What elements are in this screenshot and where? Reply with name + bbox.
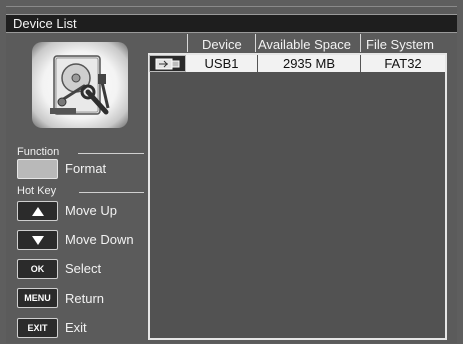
- function-divider: [78, 153, 144, 154]
- hotkey-divider: [79, 192, 144, 193]
- ok-key[interactable]: OK: [17, 259, 58, 279]
- menu-key-text: MENU: [24, 293, 51, 303]
- window-title: Device List: [13, 16, 77, 31]
- move-up-label: Move Up: [65, 203, 118, 218]
- move-down-label: Move Down: [65, 232, 134, 247]
- column-separator: [360, 34, 361, 52]
- move-up-key[interactable]: [17, 201, 58, 221]
- column-header-file-system: File System: [366, 37, 434, 52]
- arrow-up-icon: [31, 206, 44, 216]
- available-space-cell: 2935 MB: [258, 55, 361, 72]
- column-separator: [255, 34, 256, 52]
- device-list-panel[interactable]: [148, 53, 447, 340]
- return-label: Return: [65, 291, 105, 306]
- format-label: Format: [65, 161, 107, 176]
- menu-key[interactable]: MENU: [17, 288, 58, 308]
- column-header-available-space: Available Space: [258, 37, 351, 52]
- exit-key-text: EXIT: [27, 323, 48, 333]
- file-system-cell: FAT32: [361, 55, 445, 72]
- exit-key[interactable]: EXIT: [17, 318, 58, 338]
- function-section-label: Function: [17, 146, 60, 158]
- format-key[interactable]: [17, 159, 58, 179]
- arrow-down-icon: [31, 235, 44, 245]
- exit-label: Exit: [65, 320, 87, 335]
- hard-disk-tools-icon: [32, 42, 128, 128]
- device-row[interactable]: USB1 2935 MB FAT32: [149, 55, 445, 72]
- column-separator: [187, 34, 188, 52]
- select-label: Select: [65, 261, 102, 276]
- device-name-cell: USB1: [186, 55, 258, 72]
- move-down-key[interactable]: [17, 230, 58, 250]
- column-header-device: Device: [202, 37, 242, 52]
- ok-key-text: OK: [30, 264, 45, 274]
- title-bar: Device List: [6, 14, 457, 33]
- hotkey-section-label: Hot Key: [17, 185, 57, 197]
- usb-drive-icon: [149, 55, 186, 72]
